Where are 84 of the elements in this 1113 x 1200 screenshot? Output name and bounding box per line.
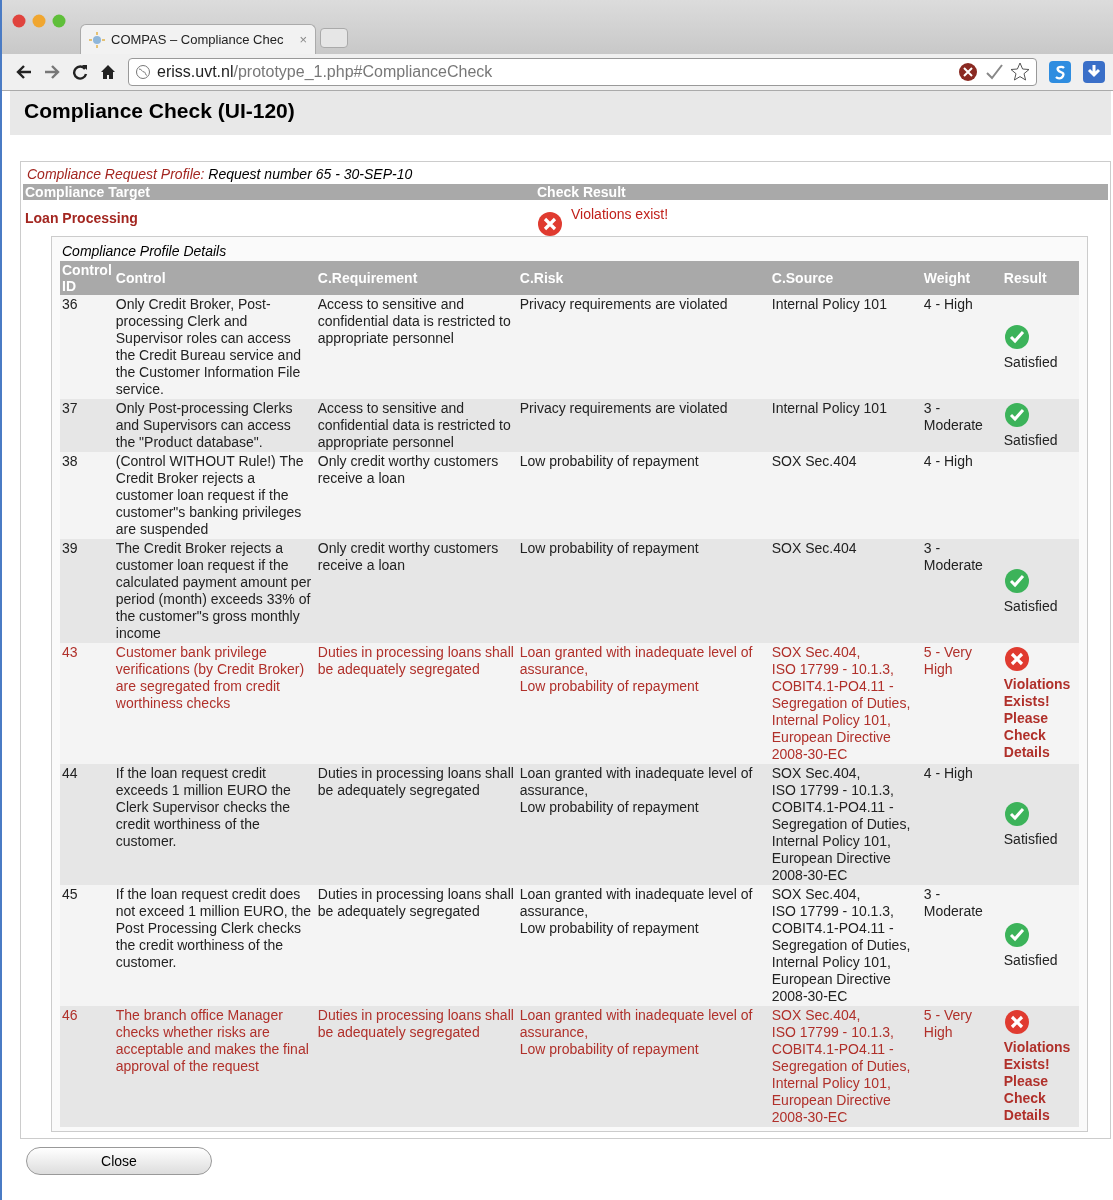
download-icon[interactable]: [1083, 61, 1105, 83]
section-title: Compliance Profile Details: [61, 242, 228, 261]
table-cell: Only credit worthy customers receive a loan: [315, 539, 518, 643]
address-bar[interactable]: eriss.uvt.nl/prototype_1.php#ComplianceCheck: [128, 58, 1037, 86]
table-cell: Loan granted with inadequate level of assurance, Low probability of repayment: [517, 1006, 770, 1127]
table-cell: Low probability of repayment: [517, 452, 770, 539]
table-cell: 37: [60, 399, 114, 452]
table-cell: The branch office Manager checks whether risks are acceptable and makes the final approval of the request: [113, 1006, 316, 1127]
table-cell: Duties in processing loans shall be adequately segregated: [315, 1006, 518, 1127]
column-header: Result: [1001, 261, 1079, 295]
close-button[interactable]: Close: [26, 1147, 212, 1175]
table-cell: If the loan request credit does not exceed 1 million EURO, the Post Processing Clerk checks the credit worthiness of the customer.: [113, 885, 316, 1006]
close-window-icon[interactable]: [12, 14, 26, 28]
table-cell: 38: [60, 452, 114, 539]
table-cell: 36: [60, 295, 114, 399]
checkmark-icon[interactable]: [984, 62, 1004, 82]
column-header: Control ID: [60, 261, 114, 295]
table-cell: Duties in processing loans shall be adequately segregated: [315, 885, 518, 1006]
extension-icon[interactable]: [1049, 61, 1071, 83]
sun-icon: [89, 31, 105, 48]
table-cell: (Control WITHOUT Rule!) The Credit Broker rejects a customer loan request if the customer"s banking privileges are suspended: [113, 452, 316, 539]
table-cell: Duties in processing loans shall be adequately segregated: [315, 643, 518, 764]
reload-icon[interactable]: [72, 64, 88, 80]
table-cell: Only Credit Broker, Post-processing Clerk and Supervisor roles can access the Credit Bureau service and the Customer Information File service.: [113, 295, 316, 399]
blocked-icon[interactable]: [958, 62, 978, 82]
table-cell: Customer bank privilege verifications (by Credit Broker) are segregated from credit worthiness checks: [113, 643, 316, 764]
table-cell: SOX Sec.404, ISO 17799 - 10.1.3, COBIT4.1-PO4.11 - Segregation of Duties, Internal Policy 101, European Directive 2008-30-EC: [769, 885, 922, 1006]
compliance-target: Loan Processing: [24, 209, 139, 226]
table-cell: 46: [60, 1006, 114, 1127]
table-cell: 3 - Moderate: [921, 399, 1002, 452]
result-text: Violations Exists! Please Check Details: [1003, 1039, 1072, 1124]
table-cell: Privacy requirements are violated: [517, 399, 770, 452]
table-cell: Internal Policy 101: [769, 399, 922, 452]
back-icon[interactable]: [16, 65, 32, 79]
table-cell: Loan granted with inadequate level of assurance, Low probability of repayment: [517, 643, 770, 764]
table-cell: SOX Sec.404, ISO 17799 - 10.1.3, COBIT4.1-PO4.11 - Segregation of Duties, Internal Policy 101, European Directive 2008-30-EC: [769, 643, 922, 764]
table-cell: SOX Sec.404, ISO 17799 - 10.1.3, COBIT4.1-PO4.11 - Segregation of Duties, Internal Policy 101, European Directive 2008-30-EC: [769, 1006, 922, 1127]
table-cell: Low probability of repayment: [517, 539, 770, 643]
table-cell: SOX Sec.404: [769, 539, 922, 643]
table-cell: 5 - Very High: [921, 643, 1002, 764]
table-cell: 5 - Very High: [921, 1006, 1002, 1127]
table-cell: Access to sensitive and confidential data is restricted to appropriate personnel: [315, 295, 518, 399]
table-cell: The Credit Broker rejects a customer loan request if the calculated payment amount per period (month) exceeds 33% of the customer"s gross monthly income: [113, 539, 316, 643]
home-icon[interactable]: [100, 64, 116, 80]
table-cell: Loan granted with inadequate level of assurance, Low probability of repayment: [517, 885, 770, 1006]
table-cell: 39: [60, 539, 114, 643]
table-cell: Internal Policy 101: [769, 295, 922, 399]
table-cell: 3 - Moderate: [921, 885, 1002, 1006]
table-cell: 44: [60, 764, 114, 885]
table-cell: Only Post-processing Clerks and Supervisors can access the "Product database".: [113, 399, 316, 452]
table-cell: Duties in processing loans shall be adequately segregated: [315, 764, 518, 885]
result-text: Satisfied: [1003, 353, 1059, 371]
column-header: C.Source: [769, 261, 922, 295]
forward-icon[interactable]: [44, 65, 60, 79]
star-icon[interactable]: [1010, 62, 1030, 82]
table-cell: 4 - High: [921, 452, 1002, 539]
page-title: Compliance Check (UI-120): [10, 91, 1111, 135]
column-heading: Check Result: [537, 184, 626, 200]
request-profile: Compliance Request Profile: Request number 65 - 30-SEP-10: [26, 165, 414, 184]
table-cell: 45: [60, 885, 114, 1006]
table-cell: If the loan request credit exceeds 1 million EURO the Clerk Supervisor checks the credit worthiness of the customer.: [113, 764, 316, 885]
result-text: Violations Exists! Please Check Details: [1003, 676, 1072, 761]
column-heading: Compliance Target: [24, 184, 151, 200]
column-header: C.Risk: [517, 261, 770, 295]
table-cell: Only credit worthy customers receive a loan: [315, 452, 518, 539]
table-cell: Privacy requirements are violated: [517, 295, 770, 399]
tab-title: COMPAS – Compliance Chec: [111, 32, 285, 47]
column-header: C.Requirement: [315, 261, 518, 295]
table-cell: 3 - Moderate: [921, 539, 1002, 643]
table-cell: Access to sensitive and confidential data is restricted to appropriate personnel: [315, 399, 518, 452]
table-cell: SOX Sec.404, ISO 17799 - 10.1.3, COBIT4.1-PO4.11 - Segregation of Duties, Internal Policy 101, European Directive 2008-30-EC: [769, 764, 922, 885]
column-header: Control: [113, 261, 316, 295]
table-cell: SOX Sec.404: [769, 452, 922, 539]
table-cell: 4 - High: [921, 295, 1002, 399]
result-text: Satisfied: [1003, 952, 1059, 969]
table-cell: 4 - High: [921, 764, 1002, 885]
result-text: Satisfied: [1003, 432, 1059, 449]
table-cell: 43: [60, 643, 114, 764]
table-cell: Loan granted with inadequate level of assurance, Low probability of repayment: [517, 764, 770, 885]
result-text: Satisfied: [1003, 831, 1059, 848]
result-text: Satisfied: [1003, 597, 1059, 615]
check-result: Violations exist!: [571, 206, 668, 222]
browser-tab[interactable]: COMPAS – Compliance Chec ×: [80, 24, 316, 54]
column-header: Weight: [921, 261, 1002, 295]
